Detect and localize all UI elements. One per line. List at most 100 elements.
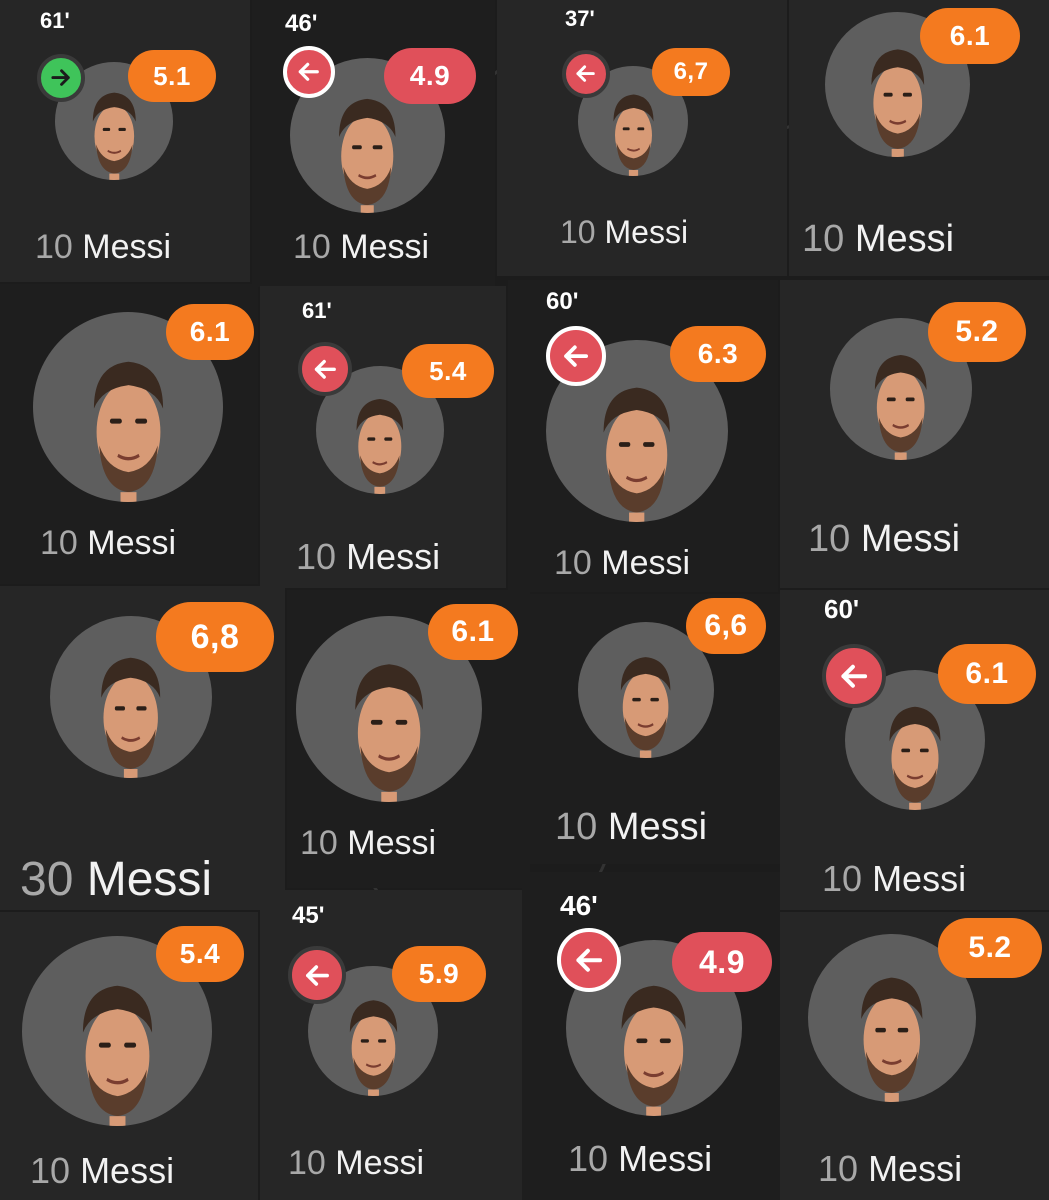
player-name-label: 30 Messi: [20, 852, 212, 907]
player-name-label: 10 Messi: [30, 1150, 174, 1192]
player-face-icon: [889, 706, 941, 810]
player-name-label: 10 Messi: [808, 518, 960, 561]
player-face-icon: [612, 94, 654, 176]
player-card[interactable]: 5.1 61' 10 Messi: [0, 0, 250, 282]
substitution-minute: 37': [565, 6, 595, 31]
shirt-number: 10: [808, 518, 851, 560]
player-card[interactable]: 4.9 46' 10 Messi: [252, 0, 495, 287]
player-card[interactable]: 6,6 10 Messi: [530, 594, 780, 864]
player-card[interactable]: 5.4 10 Messi: [0, 912, 258, 1200]
player-name: Messi: [618, 1138, 713, 1179]
rating-badge: 6.1: [428, 604, 518, 660]
shirt-number: 10: [288, 1144, 326, 1182]
substitution-minute: 46': [560, 890, 598, 921]
player-card[interactable]: 5.2 10 Messi: [780, 280, 1049, 588]
player-card[interactable]: 6.1 10 Messi: [287, 590, 530, 888]
shirt-number: 10: [35, 228, 73, 266]
player-name: Messi: [860, 518, 961, 560]
player-card[interactable]: 6,8 30 Messi: [0, 586, 285, 910]
rating-badge: 6,6: [686, 598, 766, 654]
player-name-label: 10 Messi: [554, 544, 690, 583]
player-card[interactable]: 6.1 10 Messi: [0, 284, 258, 584]
player-face-icon: [621, 657, 671, 758]
rating-badge: 5.4: [156, 926, 244, 982]
player-name: Messi: [86, 853, 213, 906]
player-face-icon: [356, 399, 404, 494]
player-name: Messi: [601, 544, 691, 582]
arrow-left-icon: [557, 928, 621, 992]
player-face-icon: [93, 361, 163, 502]
substitution-minute: 61': [40, 8, 70, 33]
player-name: Messi: [854, 218, 955, 260]
arrow-left-icon: [298, 342, 352, 396]
player-name: Messi: [335, 1144, 425, 1182]
shirt-number: 30: [20, 853, 74, 906]
rating-badge: 5.2: [928, 302, 1026, 362]
rating-badge: 6.1: [938, 644, 1036, 704]
player-card[interactable]: 5.9 45' 10 Messi: [260, 890, 522, 1200]
rating-badge: 4.9: [672, 932, 772, 992]
rating-badge: 6.1: [166, 304, 254, 360]
substitution-minute: 60': [546, 288, 579, 315]
player-face-icon: [349, 999, 397, 1096]
shirt-number: 10: [555, 806, 598, 848]
shirt-number: 10: [560, 214, 596, 250]
player-name: Messi: [868, 1148, 963, 1189]
shirt-number: 10: [40, 524, 78, 562]
shirt-number: 10: [554, 544, 592, 582]
player-name-label: 10 Messi: [555, 806, 707, 849]
player-name-label: 10 Messi: [293, 228, 429, 267]
shirt-number: 10: [818, 1148, 859, 1189]
shirt-number: 10: [822, 858, 863, 899]
player-face-icon: [82, 985, 152, 1126]
player-name-label: 10 Messi: [818, 1148, 962, 1190]
player-card[interactable]: 6.1 10 Messi: [789, 0, 1049, 276]
rating-badge: 6.3: [670, 326, 766, 382]
player-card[interactable]: 6.3 60' 10 Messi: [508, 280, 778, 592]
player-name: Messi: [340, 228, 430, 266]
player-name: Messi: [607, 806, 708, 848]
player-name: Messi: [872, 858, 967, 899]
player-name: Messi: [80, 1150, 175, 1191]
player-name: Messi: [346, 536, 441, 577]
player-name: Messi: [604, 214, 689, 250]
rating-badge: 6.1: [920, 8, 1020, 64]
player-name-label: 10 Messi: [35, 228, 171, 267]
player-name-label: 10 Messi: [300, 824, 436, 863]
player-card[interactable]: 5.2 10 Messi: [780, 912, 1049, 1200]
shirt-number: 10: [300, 824, 338, 862]
shirt-number: 10: [296, 536, 337, 577]
player-face-icon: [355, 664, 423, 802]
rating-badge: 6,7: [652, 48, 730, 96]
player-face-icon: [861, 977, 923, 1102]
player-card[interactable]: 5.4 61' 10 Messi: [260, 286, 506, 588]
player-name: Messi: [87, 524, 177, 562]
arrow-left-icon: [283, 46, 335, 98]
substitution-minute: 45': [292, 902, 325, 929]
substitution-minute: 60': [824, 594, 860, 624]
rating-badge: 4.9: [384, 48, 476, 104]
player-name-label: 10 Messi: [288, 1144, 424, 1183]
arrow-left-icon: [562, 50, 610, 98]
substitution-minute: 61': [302, 298, 332, 323]
arrow-right-icon: [37, 54, 85, 102]
rating-badge: 5.9: [392, 946, 486, 1002]
player-name: Messi: [347, 824, 437, 862]
rating-badge: 5.1: [128, 50, 216, 102]
player-name: Messi: [82, 228, 172, 266]
player-card[interactable]: 4.9 46' 10 Messi: [522, 872, 780, 1200]
player-name-label: 10 Messi: [822, 858, 966, 900]
player-card[interactable]: 6.1 60' 10 Messi: [780, 590, 1049, 910]
player-face-icon: [603, 387, 671, 522]
arrow-left-icon: [822, 644, 886, 708]
shirt-number: 10: [802, 218, 845, 260]
rating-badge: 6,8: [156, 602, 274, 672]
player-card[interactable]: 6,7 37' 10 Messi: [497, 0, 787, 276]
player-name-label: 10 Messi: [568, 1138, 712, 1180]
player-name-label: 10 Messi: [40, 524, 176, 563]
arrow-left-icon: [546, 326, 606, 386]
arrow-left-icon: [288, 946, 346, 1004]
player-face-icon: [875, 355, 927, 460]
player-name-label: 10 Messi: [802, 218, 954, 261]
rating-badge: 5.2: [938, 918, 1042, 978]
